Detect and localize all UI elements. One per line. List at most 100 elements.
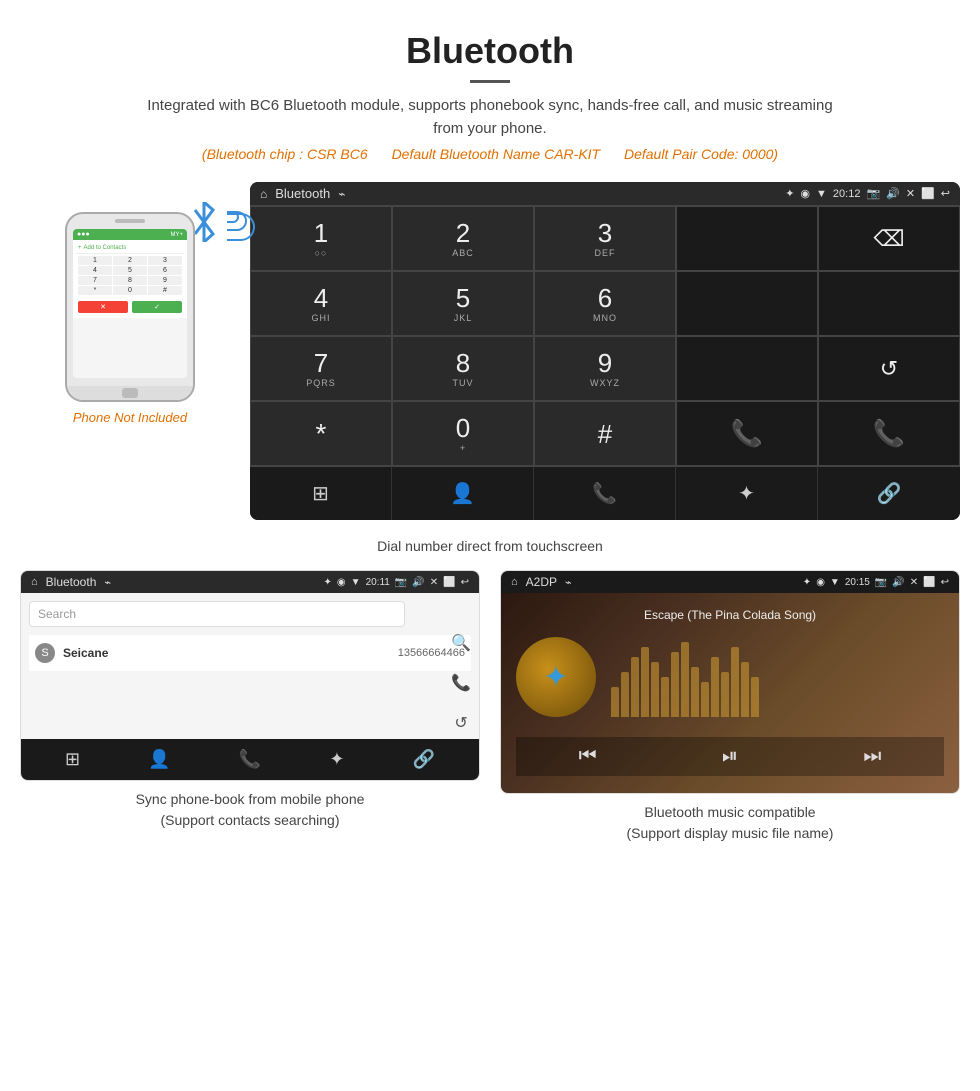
pb-time: 20:11 bbox=[366, 577, 390, 588]
music-bt-icon: ✦ bbox=[803, 577, 811, 588]
dial-key-0[interactable]: 0 + bbox=[392, 401, 534, 466]
pb-link-icon[interactable]: 🔗 bbox=[413, 749, 435, 770]
dial-key-empty2 bbox=[676, 271, 818, 336]
window-icon: ⬜ bbox=[921, 187, 935, 200]
bottom-phone-btn[interactable]: 📞 bbox=[534, 467, 676, 520]
dialer-statusbar: ⌂ Bluetooth ⌁ ✦ ◉ ▼ 20:12 📷 🔊 ✕ ⬜ ↩ bbox=[250, 182, 960, 205]
contact-letter: S bbox=[35, 643, 55, 663]
music-cam-icon: 📷 bbox=[875, 577, 887, 588]
music-song-title: Escape (The Pina Colada Song) bbox=[644, 608, 816, 622]
pb-bottom-bar: ⊞ 👤 📞 ✦ 🔗 bbox=[21, 739, 479, 780]
dial-key-star[interactable]: * bbox=[250, 401, 392, 466]
end-call-icon: 📞 bbox=[873, 418, 905, 449]
next-btn[interactable]: ⏭ bbox=[863, 745, 881, 768]
phone-screen: ●●● MY+ +Add to Contacts 1 2 3 4 5 bbox=[73, 229, 187, 378]
music-content: Escape (The Pina Colada Song) ✦ ⏮ ⏯ ⏭ bbox=[501, 593, 959, 793]
eq-bar bbox=[721, 672, 729, 717]
dial-caption: Dial number direct from touchscreen bbox=[0, 530, 980, 570]
key-hash: # bbox=[148, 286, 182, 295]
dial-key-hash[interactable]: # bbox=[534, 401, 676, 466]
album-bt-icon: ✦ bbox=[543, 660, 568, 695]
pb-search-placeholder: Search bbox=[38, 607, 76, 621]
bottom-bt-btn[interactable]: ✦ bbox=[676, 467, 818, 520]
bottom-grid-btn[interactable]: ⊞ bbox=[250, 467, 392, 520]
pb-x-icon: ✕ bbox=[430, 577, 438, 588]
dial-key-7[interactable]: 7 PQRS bbox=[250, 336, 392, 401]
key-9: 9 bbox=[148, 276, 182, 285]
usb-icon: ⌁ bbox=[338, 187, 345, 201]
phone-not-included-label: Phone Not Included bbox=[73, 410, 187, 425]
play-pause-btn[interactable]: ⏯ bbox=[722, 745, 738, 768]
dial-key-4[interactable]: 4 GHI bbox=[250, 271, 392, 336]
key-star: * bbox=[78, 286, 112, 295]
pb-user-icon[interactable]: 👤 bbox=[148, 749, 170, 770]
pb-refresh-icon[interactable]: ↺ bbox=[454, 713, 467, 733]
dialer-bottom-bar: ⊞ 👤 📞 ✦ 🔗 bbox=[250, 466, 960, 520]
key-0: 0 bbox=[113, 286, 147, 295]
eq-bar bbox=[621, 672, 629, 717]
title-divider bbox=[470, 80, 510, 83]
dial-key-3[interactable]: 3 DEF bbox=[534, 206, 676, 271]
pb-phone-icon[interactable]: 📞 bbox=[239, 749, 261, 770]
pb-bt-bottom-icon[interactable]: ✦ bbox=[329, 749, 344, 770]
pb-win-icon: ⬜ bbox=[443, 577, 455, 588]
eq-bar bbox=[611, 687, 619, 717]
bottom-settings-btn[interactable]: 🔗 bbox=[818, 467, 960, 520]
location-icon: ◉ bbox=[800, 187, 810, 200]
key-4: 4 bbox=[78, 266, 112, 275]
key-3: 3 bbox=[148, 256, 182, 265]
bottom-contacts-btn[interactable]: 👤 bbox=[392, 467, 534, 520]
music-controls: ⏮ ⏯ ⏭ bbox=[516, 737, 944, 776]
phonebook-caption: Sync phone-book from mobile phone (Suppo… bbox=[136, 781, 365, 839]
pb-grid-icon[interactable]: ⊞ bbox=[65, 749, 80, 770]
dial-key-empty3 bbox=[818, 271, 960, 336]
phone-bottom-bar bbox=[67, 386, 193, 400]
pb-search-icon[interactable]: 🔍 bbox=[451, 633, 471, 653]
dial-call-red[interactable]: 📞 bbox=[818, 401, 960, 466]
code-spec: Default Pair Code: 0000) bbox=[624, 146, 778, 162]
key-8: 8 bbox=[113, 276, 147, 285]
bottom-section: ⌂ Bluetooth ⌁ ✦ ◉ ▼ 20:11 📷 🔊 ✕ ⬜ ↩ bbox=[0, 570, 980, 872]
pb-loc-icon: ◉ bbox=[337, 577, 346, 588]
dial-key-8[interactable]: 8 TUV bbox=[392, 336, 534, 401]
status-time: 20:12 bbox=[833, 188, 861, 200]
phone-keypad: 1 2 3 4 5 6 7 8 9 * 0 # bbox=[76, 254, 184, 297]
dial-key-5[interactable]: 5 JKL bbox=[392, 271, 534, 336]
dial-call-green[interactable]: 📞 bbox=[676, 401, 818, 466]
status-left: ⌂ Bluetooth ⌁ bbox=[260, 186, 345, 201]
album-art: ✦ bbox=[516, 637, 596, 717]
dial-key-2[interactable]: 2 ABC bbox=[392, 206, 534, 271]
pb-contact-row: S Seicane 13566664466 bbox=[29, 635, 471, 671]
eq-bar bbox=[661, 677, 669, 717]
dial-refresh[interactable]: ↺ bbox=[818, 336, 960, 401]
phone-area: ●●● MY+ +Add to Contacts 1 2 3 4 5 bbox=[20, 182, 240, 425]
pb-content: Search S Seicane 13566664466 bbox=[21, 593, 479, 739]
dial-key-6[interactable]: 6 MNO bbox=[534, 271, 676, 336]
pb-title: Bluetooth bbox=[46, 575, 97, 589]
dialer-title: Bluetooth bbox=[275, 186, 330, 201]
music-usb-icon: ⌁ bbox=[565, 576, 572, 589]
eq-bar bbox=[731, 647, 739, 717]
music-home-icon: ⌂ bbox=[511, 576, 518, 588]
dial-key-1[interactable]: 1 ○○ bbox=[250, 206, 392, 271]
music-back-icon: ↩ bbox=[941, 577, 949, 588]
back-icon: ↩ bbox=[941, 187, 950, 200]
pb-search-input[interactable]: Search bbox=[29, 601, 405, 627]
phone-screen-content: +Add to Contacts 1 2 3 4 5 6 7 8 9 bbox=[73, 240, 187, 318]
music-signal-icon: ▼ bbox=[830, 577, 840, 588]
eq-bar bbox=[711, 657, 719, 717]
prev-btn[interactable]: ⏮ bbox=[579, 745, 597, 768]
equalizer bbox=[611, 637, 944, 717]
music-title: A2DP bbox=[526, 575, 557, 589]
music-statusbar: ⌂ A2DP ⌁ ✦ ◉ ▼ 20:15 📷 🔊 ✕ ⬜ ↩ bbox=[501, 571, 959, 593]
camera-icon: 📷 bbox=[866, 187, 880, 200]
pb-call-icon[interactable]: 📞 bbox=[451, 673, 471, 693]
dial-key-empty1 bbox=[676, 206, 818, 271]
dial-backspace[interactable]: ⌫ bbox=[818, 206, 960, 271]
chip-spec: (Bluetooth chip : CSR BC6 bbox=[202, 146, 368, 162]
eq-bar bbox=[751, 677, 759, 717]
dial-key-9[interactable]: 9 WXYZ bbox=[534, 336, 676, 401]
key-5: 5 bbox=[113, 266, 147, 275]
name-spec: Default Bluetooth Name CAR-KIT bbox=[392, 146, 601, 162]
music-loc-icon: ◉ bbox=[816, 577, 825, 588]
